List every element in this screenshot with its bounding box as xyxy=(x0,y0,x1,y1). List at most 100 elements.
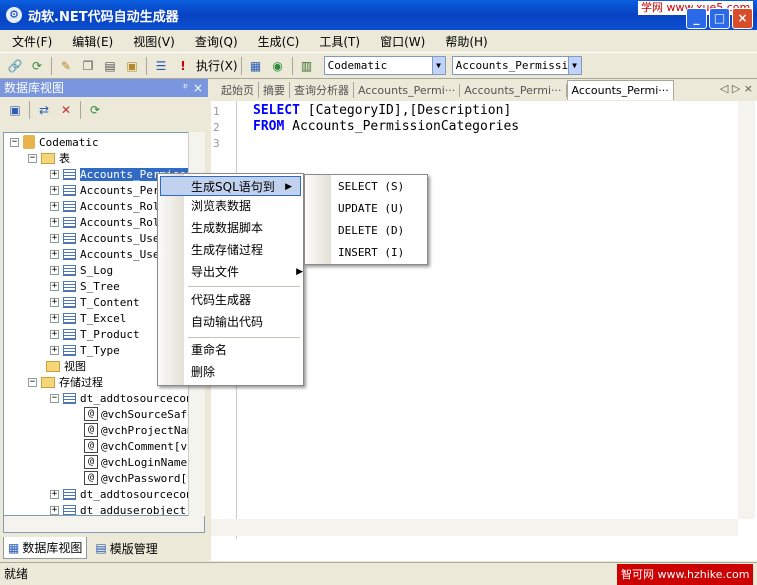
expand-icon[interactable]: + xyxy=(50,249,59,259)
tab-start-page[interactable]: 起始页 xyxy=(217,82,259,98)
menu-build[interactable]: 生成(C) xyxy=(254,32,304,51)
expand-icon[interactable]: + xyxy=(50,313,59,323)
minimize-button[interactable]: _ xyxy=(686,8,707,29)
menu-window[interactable]: 窗口(W) xyxy=(376,32,429,51)
refresh-icon[interactable]: ⟳ xyxy=(28,57,46,75)
menu-item-generate-proc[interactable]: 生成存储过程 xyxy=(191,240,263,260)
tree-node-table[interactable]: + S_Tree xyxy=(50,278,120,294)
expand-icon[interactable]: + xyxy=(50,169,59,179)
execute-label[interactable]: 执行(X) xyxy=(196,57,238,74)
connect-icon[interactable]: 🔗 xyxy=(6,57,24,75)
chevron-down-icon[interactable]: ▼ xyxy=(431,57,445,74)
collapse-icon[interactable]: − xyxy=(28,377,37,387)
expand-icon[interactable]: + xyxy=(50,265,59,275)
copy-icon[interactable]: ❐ xyxy=(79,57,97,75)
maximize-button[interactable]: □ xyxy=(709,8,730,29)
menu-item-delete[interactable]: 删除 xyxy=(191,362,215,382)
menu-help[interactable]: 帮助(H) xyxy=(441,32,491,51)
chevron-down-icon[interactable]: ▼ xyxy=(567,57,581,74)
menu-item-export[interactable]: 导出文件 ▶ xyxy=(191,262,303,282)
expand-icon[interactable]: + xyxy=(50,345,59,355)
connect-icon[interactable]: ⇄ xyxy=(35,101,53,119)
pin-icon[interactable]: ᵖ xyxy=(183,79,188,97)
editor-vertical-scrollbar[interactable] xyxy=(738,101,755,519)
menu-item-delete-sql[interactable]: DELETE (D) xyxy=(338,221,404,241)
expand-icon[interactable]: + xyxy=(50,185,59,195)
tab-controls[interactable]: ◁ ▷ × xyxy=(720,82,753,95)
tree-node-table[interactable]: + Accounts_Use xyxy=(50,246,159,262)
server-combo[interactable]: Codematic ▼ xyxy=(323,56,446,75)
tab-document[interactable]: Accounts_Permi··· xyxy=(460,83,567,97)
expand-icon[interactable]: + xyxy=(50,489,59,499)
tab-document-active[interactable]: Accounts_Permi··· xyxy=(566,80,674,100)
disconnect-icon[interactable]: ✕ xyxy=(57,101,75,119)
editor-horizontal-scrollbar[interactable] xyxy=(211,519,738,536)
menu-tools[interactable]: 工具(T) xyxy=(315,32,364,51)
tab-summary[interactable]: 摘要 xyxy=(259,82,290,98)
tab-query-analyzer[interactable]: 查询分析器 xyxy=(290,82,354,98)
menu-item-data-script[interactable]: 生成数据脚本 xyxy=(191,218,263,238)
query-icon[interactable]: ☰ xyxy=(152,57,170,75)
tree-node-table[interactable]: + Accounts_Rol xyxy=(50,214,159,230)
new-icon[interactable]: ✎ xyxy=(57,57,75,75)
menu-edit[interactable]: 编辑(E) xyxy=(68,32,117,51)
expand-icon[interactable]: + xyxy=(50,297,59,307)
add-server-icon[interactable]: ▣ xyxy=(6,101,24,119)
tree-node-tables[interactable]: − 表 xyxy=(28,150,70,166)
tree-node-param[interactable]: @ @vchSourceSafe xyxy=(84,406,194,422)
menu-item-code-generator[interactable]: 代码生成器 xyxy=(191,290,251,310)
collapse-icon[interactable]: − xyxy=(28,153,37,163)
paste-icon[interactable]: ▤ xyxy=(101,57,119,75)
close-icon[interactable]: × xyxy=(193,79,203,97)
tree-node-proc[interactable]: − dt_addtosourcecon xyxy=(50,390,193,406)
tree-node-label: S_Log xyxy=(80,263,114,277)
table-combo[interactable]: Accounts_Permissic ▼ xyxy=(451,56,582,75)
menu-item-browse-data[interactable]: 浏览表数据 xyxy=(191,196,251,216)
tree-node-param[interactable]: @ @vchPassword[v xyxy=(84,470,194,486)
tree-node-root[interactable]: − Codematic xyxy=(10,134,99,150)
tree-node-table[interactable]: + Accounts_Per xyxy=(50,182,159,198)
tree-node-table[interactable]: + T_Content xyxy=(50,294,140,310)
tree-node-param[interactable]: @ @vchComment[va xyxy=(84,438,194,454)
expand-icon[interactable]: + xyxy=(50,217,59,227)
tree-node-views[interactable]: 视图 xyxy=(46,358,86,374)
tree-node-param[interactable]: @ @vchProjectNam xyxy=(84,422,194,438)
expand-icon[interactable]: + xyxy=(50,281,59,291)
menu-item-auto-output[interactable]: 自动输出代码 xyxy=(191,312,263,332)
expand-icon[interactable]: + xyxy=(50,233,59,243)
tab-template-manager[interactable]: ▤ 模版管理 xyxy=(91,538,161,559)
open-icon[interactable]: ▣ xyxy=(123,57,141,75)
tree-node-proc[interactable]: + dt_adduserobject xyxy=(50,502,186,515)
menu-item-select[interactable]: SELECT (S) xyxy=(338,177,404,197)
tree-node-proc[interactable]: + dt_addtosourcecon xyxy=(50,486,193,502)
menu-item-update[interactable]: UPDATE (U) xyxy=(338,199,404,219)
tree-node-table[interactable]: + T_Type xyxy=(50,342,120,358)
tree-horizontal-scrollbar[interactable] xyxy=(3,516,205,533)
expand-icon[interactable]: + xyxy=(50,329,59,339)
tree-node-table[interactable]: + S_Log xyxy=(50,262,113,278)
collapse-icon[interactable]: − xyxy=(50,393,59,403)
tree-node-table[interactable]: + Accounts_Rol xyxy=(50,198,159,214)
refresh-icon[interactable]: ⟳ xyxy=(86,101,104,119)
menu-query[interactable]: 查询(Q) xyxy=(191,32,242,51)
menu-file[interactable]: 文件(F) xyxy=(8,32,56,51)
globe-icon[interactable]: ◉ xyxy=(269,57,287,75)
expand-icon[interactable]: + xyxy=(50,505,59,515)
collapse-icon[interactable]: − xyxy=(10,137,19,147)
window-icon[interactable]: ▦ xyxy=(247,57,265,75)
tab-document[interactable]: Accounts_Permi··· xyxy=(354,83,461,97)
tree-node-param[interactable]: @ @vchLoginName[ xyxy=(84,454,194,470)
close-button[interactable]: × xyxy=(732,8,753,29)
menu-item-insert[interactable]: INSERT (I) xyxy=(338,243,404,263)
expand-icon[interactable]: + xyxy=(50,201,59,211)
tree-node-table[interactable]: + T_Product xyxy=(50,326,140,342)
menu-item-generate-sql[interactable]: 生成SQL语句到 ▶ xyxy=(160,176,301,196)
execute-icon[interactable]: ! xyxy=(174,57,192,75)
tree-node-table[interactable]: + Accounts_Use xyxy=(50,230,159,246)
server-icon[interactable]: ▥ xyxy=(298,57,316,75)
tree-node-procs[interactable]: − 存储过程 xyxy=(28,374,103,390)
menu-view[interactable]: 视图(V) xyxy=(129,32,179,51)
menu-item-rename[interactable]: 重命名 xyxy=(191,340,227,360)
tree-node-table[interactable]: + T_Excel xyxy=(50,310,126,326)
tab-database-view[interactable]: ▦ 数据库视图 xyxy=(3,537,88,559)
